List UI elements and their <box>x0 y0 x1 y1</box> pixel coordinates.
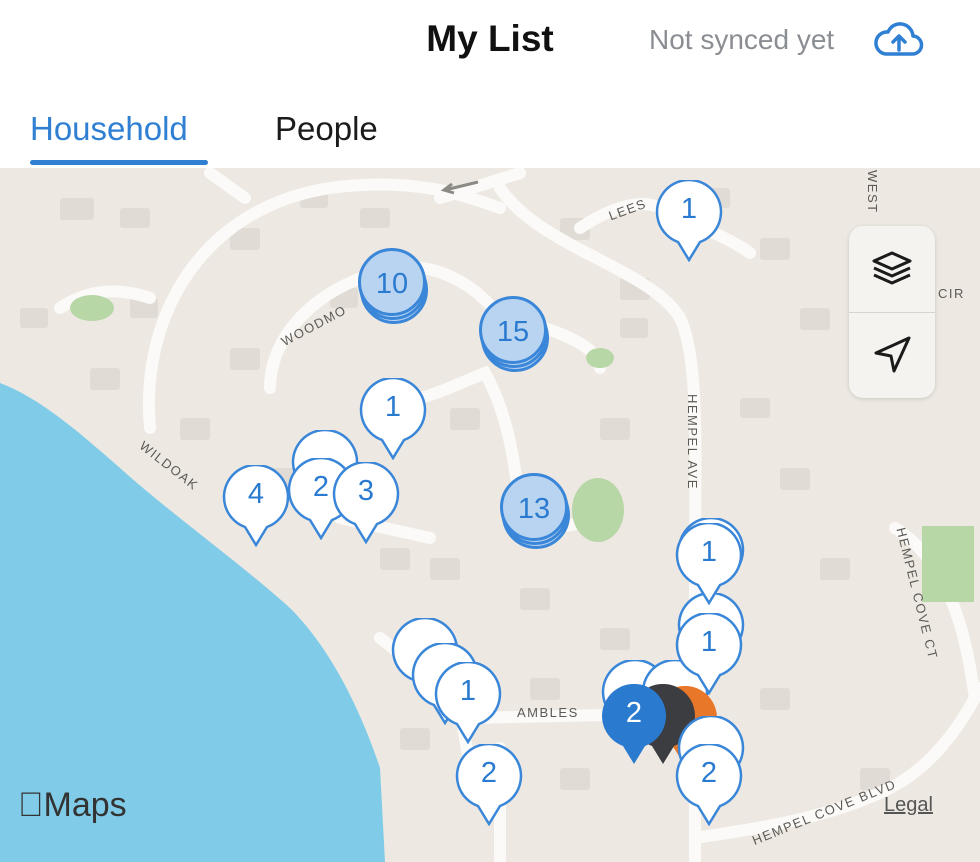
locate-button[interactable] <box>849 312 935 398</box>
map-pin[interactable]: 1 <box>674 613 744 695</box>
map-pin[interactable]: 1 <box>433 662 503 744</box>
household-cluster[interactable]: 13 <box>500 473 572 549</box>
household-cluster[interactable]: 15 <box>479 296 551 372</box>
active-tab-indicator <box>30 160 208 165</box>
street-label: WEST <box>865 170 880 214</box>
street-label: HEMPEL AVE <box>685 394 700 490</box>
maps-attribution: Maps <box>18 786 127 824</box>
street-label: AMBLES <box>517 705 579 720</box>
cloud-upload-icon[interactable] <box>872 20 924 60</box>
header: My List Not synced yet Household People <box>0 0 980 168</box>
household-cluster[interactable]: 10 <box>358 248 430 324</box>
sync-status: Not synced yet <box>649 24 835 55</box>
apple-logo-icon:  <box>18 786 44 824</box>
map-controls <box>849 226 935 398</box>
map-pin[interactable]: 2 <box>674 744 744 826</box>
map-view[interactable]: LEES WOODMO WILDOAK HEMPEL AVE HEMPEL CO… <box>0 168 980 862</box>
map-pin[interactable]: 3 <box>331 462 401 544</box>
layers-icon <box>872 251 912 285</box>
legal-link[interactable]: Legal <box>884 794 933 817</box>
street-label: CIR <box>938 286 965 301</box>
map-pin[interactable]: 1 <box>654 180 724 262</box>
map-pin[interactable]: 1 <box>358 378 428 460</box>
map-pin[interactable]: 4 <box>221 465 291 547</box>
layers-button[interactable] <box>849 226 935 312</box>
location-arrow-icon <box>874 336 911 373</box>
tab-people[interactable]: People <box>275 110 378 148</box>
map-pin[interactable]: 1 <box>674 523 744 605</box>
tab-household[interactable]: Household <box>30 110 188 148</box>
map-pin-selected[interactable]: 2 <box>599 684 669 766</box>
map-pin[interactable]: 2 <box>454 744 524 826</box>
